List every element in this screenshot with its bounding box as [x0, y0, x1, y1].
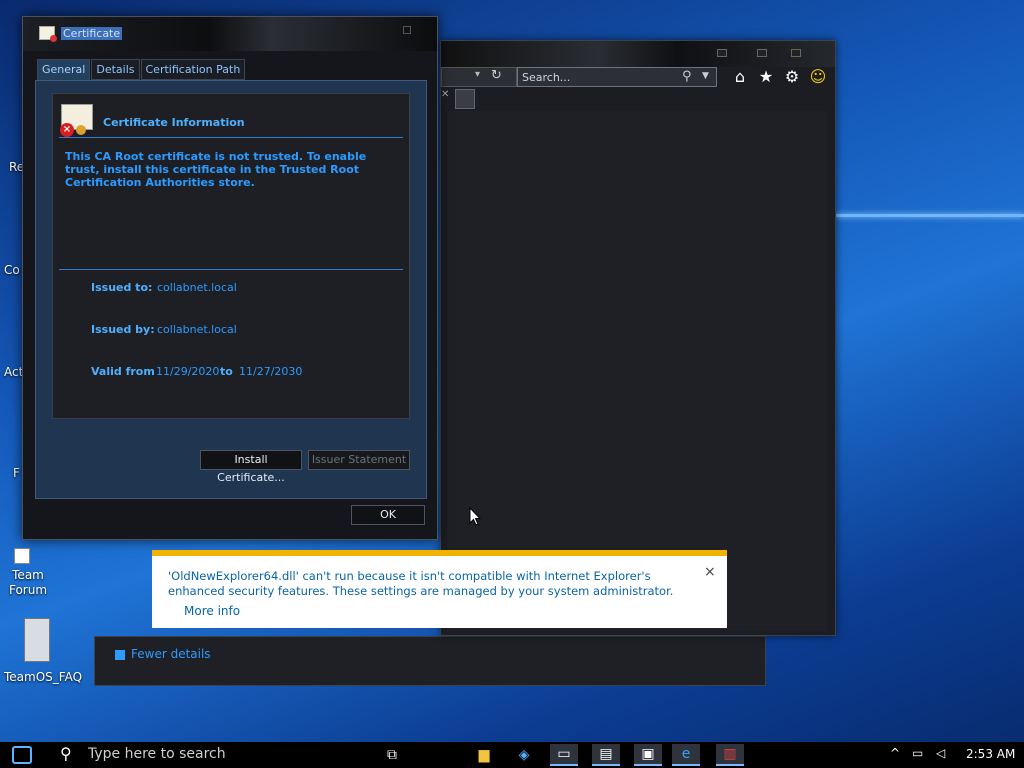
desktop-icon-label-f[interactable]: F	[13, 466, 20, 480]
install-certificate-button[interactable]: Install Certificate...	[200, 450, 302, 484]
desktop-icon-label-computer[interactable]: Co	[4, 263, 20, 277]
browser-close-button[interactable]	[791, 49, 801, 57]
issued-by-value: collabnet.local	[157, 323, 237, 336]
issued-to-label: Issued to:	[91, 281, 153, 294]
heading-divider	[59, 137, 403, 138]
valid-from-value: 11/29/2020	[156, 365, 220, 378]
ok-button[interactable]: OK	[351, 505, 425, 525]
search-dropdown-icon[interactable]: ▼	[702, 71, 709, 81]
certificate-information-box: × Certificate Information This CA Root c…	[52, 93, 410, 419]
fewer-details-label: Fewer details	[131, 647, 211, 661]
error-x-icon: ×	[60, 123, 74, 137]
details-divider	[59, 269, 403, 270]
certificate-information-heading: Certificate Information	[103, 116, 245, 129]
certificate-error-icon: ×	[60, 104, 93, 137]
fewer-details-link[interactable]: Fewer details	[115, 647, 211, 661]
desktop-icon-label-teamos-faq[interactable]: TeamOS_FAQ	[4, 670, 82, 684]
browser-window: ▾ ↻ ⚲ ▼ ⌂ ★ ⚙ ☺ ✕	[440, 40, 836, 636]
issued-by-label: Issued by:	[91, 323, 155, 336]
browser-maximize-button[interactable]	[757, 49, 767, 57]
team-forum-shortcut-icon[interactable]	[14, 548, 30, 564]
home-icon[interactable]: ⌂	[731, 67, 749, 86]
search-box[interactable]: ⚲ ▼	[517, 67, 717, 87]
tab-certification-path[interactable]: Certification Path	[140, 59, 246, 80]
valid-from-label: Valid from	[91, 365, 155, 378]
gear-icon[interactable]: ⚙	[783, 67, 801, 86]
desktop-icon-label-team-forum[interactable]: Team Forum	[8, 568, 48, 598]
more-info-link[interactable]: More info	[184, 604, 240, 618]
valid-to-label: to	[220, 365, 233, 378]
start-button[interactable]	[12, 746, 32, 764]
store-icon[interactable]: ◈	[510, 744, 538, 766]
taskbar-clock[interactable]: 2:53 AM	[966, 747, 1015, 761]
search-input[interactable]	[522, 70, 672, 85]
search-icon[interactable]: ⚲	[60, 744, 72, 763]
search-icon[interactable]: ⚲	[682, 69, 692, 84]
smiley-feedback-icon[interactable]: ☺	[809, 67, 827, 86]
tab-general[interactable]: General	[37, 59, 91, 81]
task-view-icon[interactable]: ⧉	[378, 744, 406, 766]
favorites-star-icon[interactable]: ★	[757, 67, 775, 86]
certificate-icon	[39, 26, 57, 42]
browser-toolbar: ⌂ ★ ⚙ ☺	[731, 67, 827, 86]
seal-icon	[76, 125, 86, 135]
command-prompt-icon[interactable]: ▭	[550, 744, 578, 766]
browser-titlebar	[441, 41, 835, 67]
wallpaper-light-beam	[836, 214, 1024, 217]
certificate-app-icon[interactable]: ▥	[716, 744, 744, 766]
internet-explorer-icon[interactable]: e	[672, 744, 700, 766]
teamos-faq-file-icon[interactable]	[24, 618, 50, 662]
desktop-icon-label-activate[interactable]: Act	[4, 365, 23, 379]
tab-close-icon[interactable]: ✕	[441, 89, 453, 107]
control-panel-icon[interactable]: ▣	[634, 744, 662, 766]
trust-warning-text: This CA Root certificate is not trusted.…	[65, 150, 367, 189]
issuer-statement-button[interactable]: Issuer Statement	[308, 450, 410, 470]
security-notification-bar: 'OldNewExplorer64.dll' can't run because…	[152, 550, 727, 628]
tab-bar: General Details Certification Path	[37, 59, 246, 81]
valid-to-value: 11/27/2030	[239, 365, 303, 378]
refresh-icon[interactable]: ↻	[491, 68, 502, 83]
tab-details[interactable]: Details	[91, 59, 140, 80]
mouse-cursor-icon	[469, 507, 481, 526]
browser-minimize-button[interactable]	[717, 49, 727, 57]
network-icon[interactable]: ▭	[912, 746, 923, 760]
address-dropdown-icon[interactable]: ▾	[475, 69, 480, 80]
dialog-close-button[interactable]	[403, 26, 411, 34]
dialog-title: Certificate	[61, 27, 123, 40]
notification-message: 'OldNewExplorer64.dll' can't run because…	[168, 569, 674, 598]
notepad-icon[interactable]: ▤	[592, 744, 620, 766]
issued-to-value: collabnet.local	[157, 281, 237, 294]
general-tab-panel: × Certificate Information This CA Root c…	[35, 80, 427, 499]
chevron-up-icon[interactable]: ^	[890, 746, 900, 760]
close-icon[interactable]: ×	[704, 564, 716, 580]
details-dialog: Fewer details	[94, 636, 766, 686]
taskbar-search-box[interactable]: Type here to search	[88, 746, 226, 762]
file-explorer-icon[interactable]: ▆	[470, 744, 498, 766]
new-tab-button[interactable]	[455, 89, 475, 109]
certificate-dialog: Certificate General Details Certificatio…	[22, 16, 438, 540]
collapse-icon	[115, 649, 125, 660]
taskbar: ⚲ Type here to search ⧉ ▆ ◈ ▭ ▤ ▣ e ▥ ^ …	[0, 742, 1024, 768]
volume-muted-icon[interactable]: ◁	[936, 746, 945, 760]
